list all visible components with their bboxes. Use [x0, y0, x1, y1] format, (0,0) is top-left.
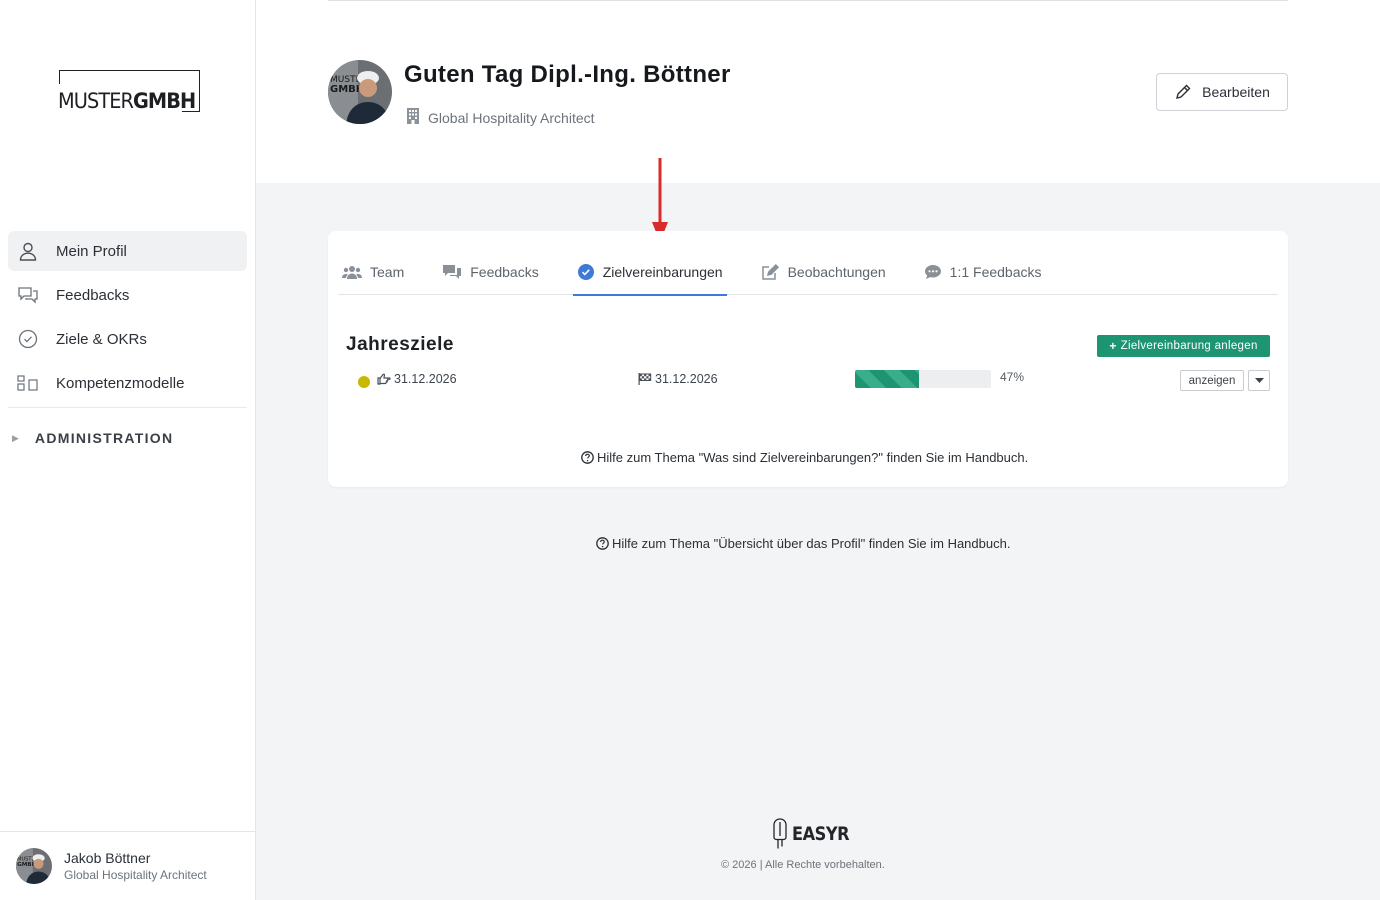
- profile-role: Global Hospitality Architect: [406, 108, 595, 127]
- logo-frame-right: [199, 70, 200, 112]
- header-divider: [328, 0, 1288, 1]
- sidebar: MUSTERGMBH Mein Profil Feedbacks Ziele &…: [0, 0, 256, 900]
- user-icon: [16, 239, 40, 263]
- goals-help-link[interactable]: Hilfe zum Thema "Was sind Zielvereinbaru…: [581, 450, 1028, 465]
- tab-label: Zielvereinbarungen: [602, 264, 723, 280]
- tab-team[interactable]: Team: [338, 249, 408, 295]
- comments-icon: [443, 265, 462, 279]
- section-title: Jahresziele: [346, 334, 454, 355]
- question-circle-icon: [596, 537, 609, 550]
- edit-button-label: Bearbeiten: [1202, 84, 1270, 100]
- admin-label: ADMINISTRATION: [34, 430, 174, 446]
- tab-label: Team: [370, 264, 405, 280]
- goal-end-date-text: 31.12.2026: [655, 372, 718, 386]
- profile-help-link[interactable]: Hilfe zum Thema "Übersicht über das Prof…: [596, 536, 1010, 551]
- sidebar-item-feedbacks[interactable]: Feedbacks: [8, 275, 247, 315]
- question-circle-icon: [581, 451, 594, 464]
- tab-beobachtungen[interactable]: Beobachtungen: [757, 249, 890, 295]
- plus-icon: +: [1109, 339, 1117, 353]
- tab-label: 1:1 Feedbacks: [949, 264, 1042, 280]
- show-goal-button[interactable]: anzeigen: [1180, 370, 1244, 391]
- grid-icon: [16, 371, 40, 395]
- sidebar-item-label: Mein Profil: [56, 242, 127, 260]
- goal-progress-bar: [855, 370, 991, 388]
- tab-label: Beobachtungen: [787, 264, 886, 280]
- flag-checkered-icon: [638, 373, 652, 385]
- caret-down-icon: [1254, 377, 1264, 383]
- tab-zielvereinbarungen[interactable]: Zielvereinbarungen: [572, 249, 727, 296]
- add-goal-agreement-label: Zielvereinbarung anlegen: [1120, 340, 1258, 352]
- goals-help-text: Hilfe zum Thema "Was sind Zielvereinbaru…: [597, 450, 1029, 465]
- footer-logo: EASYR: [772, 818, 859, 850]
- tab-label: Feedbacks: [470, 264, 539, 280]
- profile-avatar: MUSTER GMBH: [328, 60, 392, 124]
- sidebar-item-kompetenzmodelle[interactable]: Kompetenzmodelle: [8, 363, 247, 403]
- logo-text: MUSTERGMBH: [58, 89, 196, 113]
- goal-start-date: 31.12.2026: [377, 372, 457, 386]
- easyr-logo-icon: [773, 818, 787, 849]
- goal-start-date-text: 31.12.2026: [394, 372, 457, 386]
- goal-end-date: 31.12.2026: [638, 372, 718, 386]
- user-name: Jakob Böttner: [64, 850, 151, 866]
- hand-pointer-right-icon: [377, 373, 391, 385]
- logo-text-part2: GMBH: [132, 89, 196, 113]
- sidebar-item-administration[interactable]: ▶ ADMINISTRATION: [8, 408, 247, 468]
- tab-1-1-feedbacks[interactable]: 1:1 Feedbacks: [920, 249, 1046, 295]
- goals-card: Team Feedbacks Zielvereinbarungen Beobac…: [328, 231, 1288, 487]
- sidebar-nav: Mein Profil Feedbacks Ziele & OKRs Kompe…: [8, 231, 247, 468]
- check-circle-icon: [16, 327, 40, 351]
- copyright: © 2026 | Alle Rechte vorbehalten.: [721, 859, 885, 871]
- check-circle-icon: [577, 264, 594, 280]
- avatar: MUSTER GMBH: [16, 848, 52, 884]
- user-info: Jakob Böttner Global Hospitality Archite…: [64, 850, 207, 882]
- sidebar-item-label: Kompetenzmodelle: [56, 374, 185, 392]
- goal-row: 31.12.2026 31.12.2026 47% anzeigen: [358, 370, 1270, 394]
- logo-frame-left: [59, 70, 60, 84]
- goal-actions-dropdown[interactable]: [1248, 370, 1270, 391]
- page-title: Guten Tag Dipl.-Ing. Böttner: [404, 61, 731, 88]
- goal-progress-label: 47%: [1000, 370, 1025, 384]
- users-icon: [342, 266, 362, 279]
- comment-dots-icon: [924, 265, 941, 279]
- profile-help-text: Hilfe zum Thema "Übersicht über das Prof…: [612, 536, 1011, 551]
- add-goal-agreement-button[interactable]: + Zielvereinbarung anlegen: [1097, 335, 1270, 357]
- pencil-icon: [1176, 84, 1191, 99]
- sidebar-user[interactable]: MUSTER GMBH Jakob Böttner Global Hospital…: [0, 831, 255, 900]
- caret-right-icon: ▶: [12, 432, 19, 443]
- profile-header: MUSTER GMBH Guten Tag Dipl.-Ing. Böttner …: [256, 0, 1380, 183]
- profile-role-text: Global Hospitality Architect: [428, 109, 595, 126]
- profile-tabs: Team Feedbacks Zielvereinbarungen Beobac…: [338, 249, 1278, 296]
- edit-icon: [761, 263, 779, 280]
- tab-feedbacks[interactable]: Feedbacks: [438, 249, 542, 295]
- footer-brand: EASYR: [792, 823, 850, 845]
- user-role: Global Hospitality Architect: [64, 868, 207, 882]
- building-icon: [406, 108, 420, 127]
- svg-text:GMBH: GMBH: [330, 84, 364, 95]
- sidebar-item-mein-profil[interactable]: Mein Profil: [8, 231, 247, 271]
- sidebar-item-ziele-okrs[interactable]: Ziele & OKRs: [8, 319, 247, 359]
- logo-text-part1: MUSTER: [58, 89, 134, 113]
- company-logo[interactable]: MUSTERGMBH: [58, 70, 200, 112]
- goal-progress-fill: [855, 370, 919, 388]
- logo-frame-top: [59, 70, 200, 71]
- edit-button[interactable]: Bearbeiten: [1156, 73, 1288, 111]
- status-dot: [358, 376, 370, 388]
- chat-bubbles-icon: [16, 283, 40, 307]
- sidebar-item-label: Feedbacks: [56, 286, 130, 304]
- sidebar-item-label: Ziele & OKRs: [56, 330, 147, 348]
